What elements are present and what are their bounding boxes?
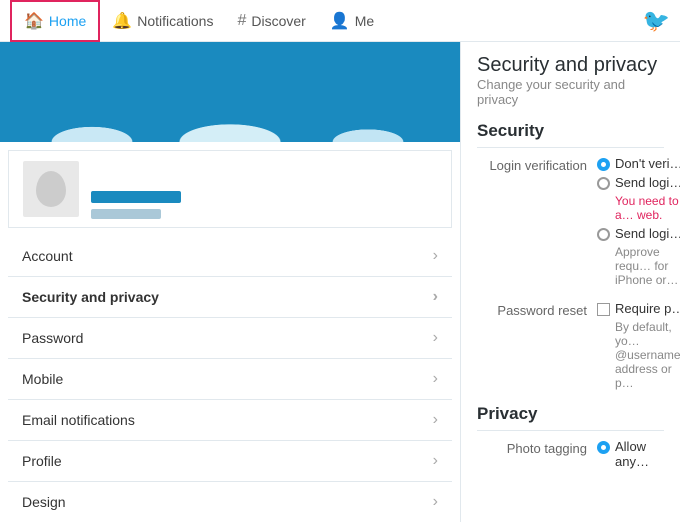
radio-dont-verify: Don't veri… [597,156,680,171]
require-password-checkbox[interactable] [597,303,610,316]
password-reset-helper: By default, yo… @username.address or p… [615,320,680,390]
page-subtitle: Change your security and privacy [477,77,664,107]
allow-any-text: Allow any… [615,439,664,469]
left-panel: Account › Security and privacy › Passwor… [0,42,460,522]
chevron-icon: › [433,411,438,429]
menu-item-password[interactable]: Password › [8,318,452,359]
right-panel: Security and privacy Change your securit… [460,42,680,522]
chevron-icon: › [433,288,438,306]
nav-me-label: Me [355,13,374,29]
allow-any-row: Allow any… [597,439,664,469]
profile-name-area [91,191,181,219]
radio-send-login-req: Send logi… [597,226,680,241]
profile-card [8,150,452,228]
login-helper-2: Approve requ… for iPhone or… [615,245,680,287]
menu-item-profile[interactable]: Profile › [8,441,452,482]
chevron-icon: › [433,493,438,511]
nav-notifications[interactable]: 🔔 Notifications [100,0,225,42]
login-verification-options: Don't veri… Send logi… You need to a… we… [597,156,680,287]
privacy-heading: Privacy [477,404,664,431]
nav-home[interactable]: 🏠 Home [10,0,100,42]
top-navigation: 🏠 Home 🔔 Notifications # Discover 👤 Me 🐦 [0,0,680,42]
handle-bar [91,209,161,219]
radio-send-login-req-text: Send logi… [615,226,680,241]
menu-item-security[interactable]: Security and privacy › [8,277,452,318]
bell-icon: 🔔 [112,11,132,31]
chevron-icon: › [433,452,438,470]
chevron-icon: › [433,370,438,388]
radio-send-login-circle[interactable] [597,177,610,190]
allow-any-circle[interactable] [597,441,610,454]
require-password-row: Require p… [597,301,680,316]
radio-dont-verify-text: Don't veri… [615,156,680,171]
settings-menu: Account › Security and privacy › Passwor… [8,236,452,522]
radio-send-login-text: Send logi… [615,175,680,190]
banner-clouds [0,102,460,142]
login-helper-1: You need to a… web. [615,194,680,222]
photo-tagging-label: Photo tagging [477,439,587,469]
twitter-logo: 🐦 [643,8,670,34]
password-reset-label: Password reset [477,301,587,390]
nav-discover[interactable]: # Discover [225,0,317,42]
photo-tagging-options: Allow any… [597,439,664,469]
menu-item-account[interactable]: Account › [8,236,452,277]
chevron-icon: › [433,247,438,265]
menu-item-design[interactable]: Design › [8,482,452,522]
nav-me[interactable]: 👤 Me [318,0,386,42]
password-reset-row: Password reset Require p… By default, yo… [477,301,664,390]
login-verification-label: Login verification [477,156,587,287]
radio-send-login-req-circle[interactable] [597,228,610,241]
menu-item-mobile[interactable]: Mobile › [8,359,452,400]
nav-discover-label: Discover [251,13,305,29]
nav-notifications-label: Notifications [137,13,213,29]
username-bar [91,191,181,203]
home-icon: 🏠 [24,11,44,31]
avatar [21,159,81,219]
password-reset-options: Require p… By default, yo… @username.add… [597,301,680,390]
security-heading: Security [477,121,664,148]
menu-item-email[interactable]: Email notifications › [8,400,452,441]
require-password-text: Require p… [615,301,680,316]
main-container: Account › Security and privacy › Passwor… [0,42,680,522]
photo-tagging-row: Photo tagging Allow any… [477,439,664,469]
hash-icon: # [237,12,246,30]
person-icon: 👤 [330,11,350,31]
profile-banner [0,42,460,142]
radio-send-login: Send logi… [597,175,680,190]
avatar-egg [36,171,66,207]
radio-dont-verify-circle[interactable] [597,158,610,171]
chevron-icon: › [433,329,438,347]
page-title: Security and privacy [477,54,664,77]
login-verification-row: Login verification Don't veri… Send logi… [477,156,664,287]
nav-home-label: Home [49,13,86,29]
